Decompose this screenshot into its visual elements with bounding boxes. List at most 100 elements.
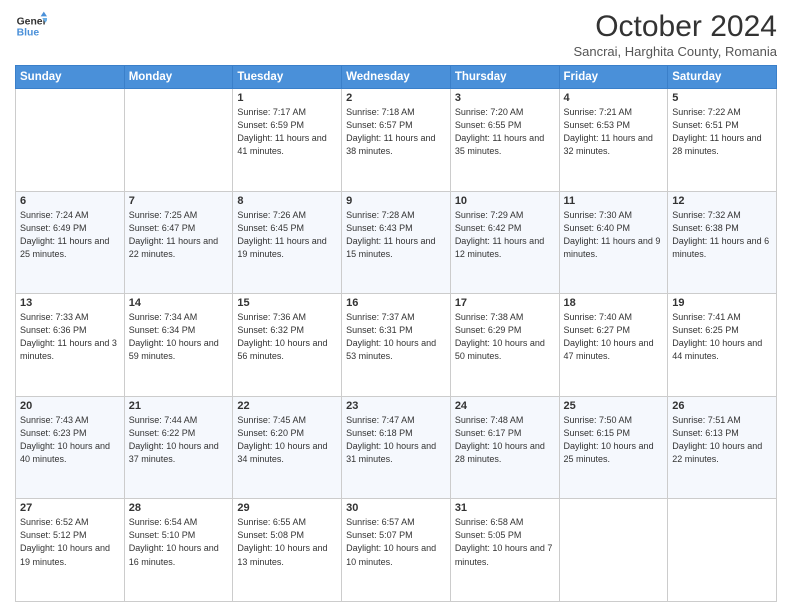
day-info: Sunrise: 7:43 AM Sunset: 6:23 PM Dayligh… [20, 414, 120, 466]
day-number: 6 [20, 195, 120, 207]
calendar-cell: 22 Sunrise: 7:45 AM Sunset: 6:20 PM Dayli… [233, 396, 342, 499]
calendar-cell: 4Sunrise: 7:21 AM Sunset: 6:53 PM Daylig… [559, 89, 668, 192]
logo: General Blue [15, 10, 47, 42]
day-info: Sunrise: 7:44 AM Sunset: 6:22 PM Dayligh… [129, 414, 229, 466]
calendar-cell: 6 Sunrise: 7:24 AM Sunset: 6:49 PM Daylig… [16, 191, 125, 294]
calendar-cell: 18Sunrise: 7:40 AM Sunset: 6:27 PM Dayli… [559, 294, 668, 397]
day-info: Sunrise: 7:26 AM Sunset: 6:45 PM Dayligh… [237, 209, 337, 261]
calendar-cell: 16 Sunrise: 7:37 AM Sunset: 6:31 PM Dayli… [342, 294, 451, 397]
day-number: 2 [346, 92, 446, 104]
day-number: 8 [237, 195, 337, 207]
day-info: Sunrise: 7:30 AM Sunset: 6:40 PM Dayligh… [564, 209, 664, 261]
calendar-cell: 27Sunrise: 6:52 AM Sunset: 5:12 PM Dayli… [16, 499, 125, 602]
day-info: Sunrise: 7:33 AM Sunset: 6:36 PM Dayligh… [20, 311, 120, 363]
day-info: Sunrise: 6:58 AM Sunset: 5:05 PM Dayligh… [455, 516, 555, 568]
calendar-cell: 21 Sunrise: 7:44 AM Sunset: 6:22 PM Dayli… [124, 396, 233, 499]
calendar-cell: 30 Sunrise: 6:57 AM Sunset: 5:07 PM Dayli… [342, 499, 451, 602]
day-info: Sunrise: 7:17 AM Sunset: 6:59 PM Dayligh… [237, 106, 337, 158]
day-info: Sunrise: 7:45 AM Sunset: 6:20 PM Dayligh… [237, 414, 337, 466]
calendar-cell: 29 Sunrise: 6:55 AM Sunset: 5:08 PM Dayli… [233, 499, 342, 602]
calendar-cell: 1 Sunrise: 7:17 AM Sunset: 6:59 PM Daylig… [233, 89, 342, 192]
calendar-cell: 5Sunrise: 7:22 AM Sunset: 6:51 PM Daylig… [668, 89, 777, 192]
day-info: Sunrise: 7:38 AM Sunset: 6:29 PM Dayligh… [455, 311, 555, 363]
day-header-thursday: Thursday [450, 66, 559, 89]
day-number: 11 [564, 195, 664, 207]
calendar-cell: 23Sunrise: 7:47 AM Sunset: 6:18 PM Dayli… [342, 396, 451, 499]
day-number: 7 [129, 195, 229, 207]
day-number: 31 [455, 502, 555, 514]
calendar-cell [16, 89, 125, 192]
calendar-cell [124, 89, 233, 192]
day-number: 23 [346, 400, 446, 412]
day-number: 3 [455, 92, 555, 104]
day-header-monday: Monday [124, 66, 233, 89]
calendar-cell: 9 Sunrise: 7:28 AM Sunset: 6:43 PM Daylig… [342, 191, 451, 294]
day-number: 20 [20, 400, 120, 412]
day-info: Sunrise: 7:29 AM Sunset: 6:42 PM Dayligh… [455, 209, 555, 261]
day-info: Sunrise: 7:51 AM Sunset: 6:13 PM Dayligh… [672, 414, 772, 466]
calendar-week-5: 27Sunrise: 6:52 AM Sunset: 5:12 PM Dayli… [16, 499, 777, 602]
calendar-cell: 28 Sunrise: 6:54 AM Sunset: 5:10 PM Dayli… [124, 499, 233, 602]
day-info: Sunrise: 7:18 AM Sunset: 6:57 PM Dayligh… [346, 106, 446, 158]
day-info: Sunrise: 6:57 AM Sunset: 5:07 PM Dayligh… [346, 516, 446, 568]
subtitle: Sancrai, Harghita County, Romania [573, 44, 777, 59]
calendar-cell: 15 Sunrise: 7:36 AM Sunset: 6:32 PM Dayli… [233, 294, 342, 397]
calendar-header-row: SundayMondayTuesdayWednesdayThursdayFrid… [16, 66, 777, 89]
calendar-cell: 8 Sunrise: 7:26 AM Sunset: 6:45 PM Daylig… [233, 191, 342, 294]
calendar-cell: 24Sunrise: 7:48 AM Sunset: 6:17 PM Dayli… [450, 396, 559, 499]
day-number: 9 [346, 195, 446, 207]
day-number: 14 [129, 297, 229, 309]
calendar-cell: 26 Sunrise: 7:51 AM Sunset: 6:13 PM Dayli… [668, 396, 777, 499]
calendar-week-1: 1 Sunrise: 7:17 AM Sunset: 6:59 PM Daylig… [16, 89, 777, 192]
day-number: 26 [672, 400, 772, 412]
day-number: 21 [129, 400, 229, 412]
day-number: 22 [237, 400, 337, 412]
day-info: Sunrise: 7:37 AM Sunset: 6:31 PM Dayligh… [346, 311, 446, 363]
day-number: 10 [455, 195, 555, 207]
day-info: Sunrise: 7:36 AM Sunset: 6:32 PM Dayligh… [237, 311, 337, 363]
day-info: Sunrise: 6:54 AM Sunset: 5:10 PM Dayligh… [129, 516, 229, 568]
day-header-friday: Friday [559, 66, 668, 89]
day-info: Sunrise: 6:55 AM Sunset: 5:08 PM Dayligh… [237, 516, 337, 568]
day-number: 12 [672, 195, 772, 207]
day-info: Sunrise: 7:22 AM Sunset: 6:51 PM Dayligh… [672, 106, 772, 158]
calendar-cell [668, 499, 777, 602]
day-number: 19 [672, 297, 772, 309]
month-title: October 2024 [573, 10, 777, 44]
logo-icon: General Blue [15, 10, 47, 42]
page: General Blue October 2024 Sancrai, Hargh… [0, 0, 792, 612]
calendar-table: SundayMondayTuesdayWednesdayThursdayFrid… [15, 65, 777, 602]
day-info: Sunrise: 7:21 AM Sunset: 6:53 PM Dayligh… [564, 106, 664, 158]
day-info: Sunrise: 6:52 AM Sunset: 5:12 PM Dayligh… [20, 516, 120, 568]
day-number: 17 [455, 297, 555, 309]
calendar-cell: 19Sunrise: 7:41 AM Sunset: 6:25 PM Dayli… [668, 294, 777, 397]
day-number: 15 [237, 297, 337, 309]
day-number: 29 [237, 502, 337, 514]
calendar-cell: 12Sunrise: 7:32 AM Sunset: 6:38 PM Dayli… [668, 191, 777, 294]
day-info: Sunrise: 7:28 AM Sunset: 6:43 PM Dayligh… [346, 209, 446, 261]
day-number: 16 [346, 297, 446, 309]
calendar-cell: 10 Sunrise: 7:29 AM Sunset: 6:42 PM Dayli… [450, 191, 559, 294]
day-number: 28 [129, 502, 229, 514]
day-header-sunday: Sunday [16, 66, 125, 89]
calendar-cell [559, 499, 668, 602]
day-info: Sunrise: 7:34 AM Sunset: 6:34 PM Dayligh… [129, 311, 229, 363]
calendar-cell: 11 Sunrise: 7:30 AM Sunset: 6:40 PM Dayli… [559, 191, 668, 294]
header: General Blue October 2024 Sancrai, Hargh… [15, 10, 777, 59]
title-block: October 2024 Sancrai, Harghita County, R… [573, 10, 777, 59]
day-header-saturday: Saturday [668, 66, 777, 89]
day-header-tuesday: Tuesday [233, 66, 342, 89]
day-info: Sunrise: 7:24 AM Sunset: 6:49 PM Dayligh… [20, 209, 120, 261]
calendar-cell: 2 Sunrise: 7:18 AM Sunset: 6:57 PM Daylig… [342, 89, 451, 192]
day-number: 30 [346, 502, 446, 514]
calendar-cell: 20 Sunrise: 7:43 AM Sunset: 6:23 PM Dayli… [16, 396, 125, 499]
day-number: 18 [564, 297, 664, 309]
calendar-week-4: 20 Sunrise: 7:43 AM Sunset: 6:23 PM Dayli… [16, 396, 777, 499]
calendar-cell: 7Sunrise: 7:25 AM Sunset: 6:47 PM Daylig… [124, 191, 233, 294]
calendar-cell: 25Sunrise: 7:50 AM Sunset: 6:15 PM Dayli… [559, 396, 668, 499]
calendar-cell: 17 Sunrise: 7:38 AM Sunset: 6:29 PM Dayli… [450, 294, 559, 397]
svg-text:Blue: Blue [17, 28, 40, 39]
calendar-cell: 31 Sunrise: 6:58 AM Sunset: 5:05 PM Dayli… [450, 499, 559, 602]
calendar-cell: 14 Sunrise: 7:34 AM Sunset: 6:34 PM Dayli… [124, 294, 233, 397]
day-number: 1 [237, 92, 337, 104]
